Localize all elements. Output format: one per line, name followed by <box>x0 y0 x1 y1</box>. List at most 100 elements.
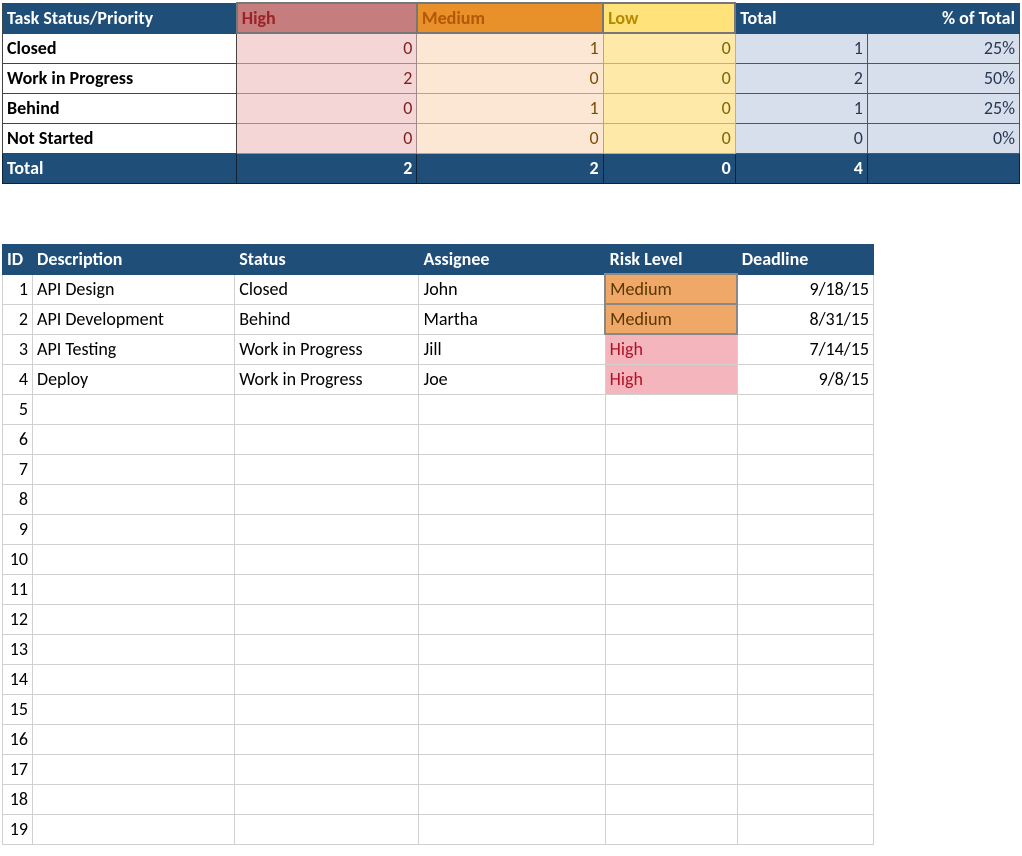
task-id[interactable]: 2 <box>3 304 33 334</box>
task-description[interactable] <box>33 754 235 784</box>
task-description[interactable] <box>33 454 235 484</box>
task-deadline[interactable] <box>737 724 873 754</box>
task-assignee[interactable] <box>419 604 605 634</box>
summary-cell-total[interactable]: 1 <box>735 33 867 63</box>
task-id[interactable]: 16 <box>3 724 33 754</box>
task-status[interactable] <box>235 634 419 664</box>
summary-cell-high[interactable]: 2 <box>237 63 417 93</box>
task-deadline[interactable] <box>737 784 873 814</box>
task-assignee[interactable] <box>419 454 605 484</box>
summary-total-pct[interactable] <box>867 153 1019 183</box>
task-id[interactable]: 14 <box>3 664 33 694</box>
summary-cell-high[interactable]: 0 <box>237 33 417 63</box>
summary-cell-high[interactable]: 0 <box>237 93 417 123</box>
task-status[interactable] <box>235 694 419 724</box>
task-deadline[interactable] <box>737 514 873 544</box>
task-status[interactable]: Behind <box>235 304 419 334</box>
summary-total-high[interactable]: 2 <box>237 153 417 183</box>
task-risk[interactable]: Medium <box>605 274 737 304</box>
task-id[interactable]: 12 <box>3 604 33 634</box>
task-id[interactable]: 4 <box>3 364 33 394</box>
task-status[interactable] <box>235 544 419 574</box>
task-description[interactable] <box>33 394 235 424</box>
summary-cell-total[interactable]: 0 <box>735 123 867 153</box>
task-risk[interactable] <box>605 784 737 814</box>
task-id[interactable]: 17 <box>3 754 33 784</box>
task-risk[interactable]: Medium <box>605 304 737 334</box>
task-risk[interactable] <box>605 454 737 484</box>
task-risk[interactable] <box>605 544 737 574</box>
summary-total-label[interactable]: Total <box>3 153 237 183</box>
task-status[interactable]: Closed <box>235 274 419 304</box>
task-deadline[interactable] <box>737 814 873 844</box>
task-assignee[interactable]: Martha <box>419 304 605 334</box>
task-deadline[interactable] <box>737 694 873 724</box>
summary-cell-medium[interactable]: 1 <box>417 33 603 63</box>
task-status[interactable] <box>235 514 419 544</box>
task-description[interactable] <box>33 604 235 634</box>
task-deadline[interactable] <box>737 634 873 664</box>
task-assignee[interactable]: Jill <box>419 334 605 364</box>
summary-cell-total[interactable]: 2 <box>735 63 867 93</box>
task-description[interactable] <box>33 574 235 604</box>
task-risk[interactable] <box>605 574 737 604</box>
task-risk[interactable] <box>605 424 737 454</box>
task-status[interactable] <box>235 814 419 844</box>
summary-total-medium[interactable]: 2 <box>417 153 603 183</box>
task-assignee[interactable] <box>419 484 605 514</box>
task-status[interactable] <box>235 454 419 484</box>
task-deadline[interactable] <box>737 424 873 454</box>
task-assignee[interactable] <box>419 574 605 604</box>
task-risk[interactable] <box>605 514 737 544</box>
task-assignee[interactable] <box>419 724 605 754</box>
task-assignee[interactable] <box>419 634 605 664</box>
task-deadline[interactable] <box>737 544 873 574</box>
task-risk[interactable] <box>605 664 737 694</box>
task-description[interactable] <box>33 424 235 454</box>
task-deadline[interactable] <box>737 454 873 484</box>
summary-cell-low[interactable]: 0 <box>603 123 735 153</box>
summary-total-low[interactable]: 0 <box>603 153 735 183</box>
task-description[interactable]: API Testing <box>33 334 235 364</box>
task-risk[interactable] <box>605 724 737 754</box>
summary-cell-medium[interactable]: 0 <box>417 123 603 153</box>
task-description[interactable] <box>33 634 235 664</box>
task-description[interactable] <box>33 484 235 514</box>
task-deadline[interactable] <box>737 664 873 694</box>
task-deadline[interactable]: 9/8/15 <box>737 364 873 394</box>
task-description[interactable]: API Development <box>33 304 235 334</box>
summary-cell-total[interactable]: 1 <box>735 93 867 123</box>
task-deadline[interactable] <box>737 574 873 604</box>
task-assignee[interactable] <box>419 694 605 724</box>
task-id[interactable]: 13 <box>3 634 33 664</box>
task-status[interactable] <box>235 574 419 604</box>
task-status[interactable] <box>235 724 419 754</box>
task-id[interactable]: 6 <box>3 424 33 454</box>
task-assignee[interactable] <box>419 514 605 544</box>
task-assignee[interactable] <box>419 664 605 694</box>
task-assignee[interactable]: Joe <box>419 364 605 394</box>
task-risk[interactable] <box>605 484 737 514</box>
summary-cell-low[interactable]: 0 <box>603 33 735 63</box>
task-id[interactable]: 15 <box>3 694 33 724</box>
summary-cell-pct[interactable]: 50% <box>867 63 1019 93</box>
task-risk[interactable] <box>605 604 737 634</box>
task-status[interactable]: Work in Progress <box>235 334 419 364</box>
summary-cell-pct[interactable]: 25% <box>867 33 1019 63</box>
task-risk[interactable] <box>605 694 737 724</box>
task-description[interactable] <box>33 724 235 754</box>
task-risk[interactable] <box>605 634 737 664</box>
task-risk[interactable]: High <box>605 364 737 394</box>
task-description[interactable]: Deploy <box>33 364 235 394</box>
task-status[interactable]: Work in Progress <box>235 364 419 394</box>
task-assignee[interactable] <box>419 544 605 574</box>
task-deadline[interactable] <box>737 484 873 514</box>
task-id[interactable]: 1 <box>3 274 33 304</box>
task-description[interactable] <box>33 694 235 724</box>
summary-row-label[interactable]: Closed <box>3 33 237 63</box>
task-id[interactable]: 3 <box>3 334 33 364</box>
summary-cell-high[interactable]: 0 <box>237 123 417 153</box>
task-assignee[interactable] <box>419 394 605 424</box>
task-description[interactable] <box>33 664 235 694</box>
task-assignee[interactable] <box>419 784 605 814</box>
